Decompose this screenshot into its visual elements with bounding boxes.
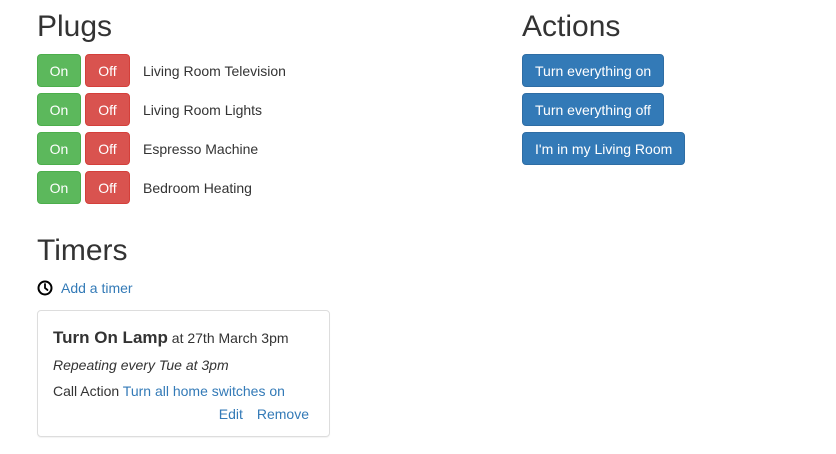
timer-edit-link[interactable]: Edit (219, 406, 243, 422)
plug-row: On Off Bedroom Heating (37, 171, 467, 204)
timer-title: Turn On Lamp (53, 328, 168, 347)
plug-name: Living Room Lights (143, 101, 263, 118)
timer-repeat: Repeating every Tue at 3pm (53, 357, 229, 373)
timers-heading: Timers (37, 234, 128, 267)
plugs-section: Plugs On Off Living Room Television On O… (37, 6, 467, 210)
timer-title-row: Turn On Lamp at 27th March 3pm (53, 327, 314, 349)
timer-controls: Edit Remove (53, 406, 314, 422)
add-timer-link[interactable]: Add a timer (61, 280, 133, 296)
timers-section: Timers Add a timer Turn On Lamp at 27th … (37, 230, 467, 437)
add-timer: Add a timer (37, 280, 467, 296)
plug-on-button[interactable]: On (37, 93, 81, 126)
action-list: Turn everything on Turn everything off I… (522, 54, 822, 171)
timer-card: Turn On Lamp at 27th March 3pm Repeating… (37, 310, 330, 437)
plug-row: On Off Living Room Lights (37, 93, 467, 126)
actions-section: Actions Turn everything on Turn everythi… (522, 6, 822, 171)
plug-on-button[interactable]: On (37, 171, 81, 204)
timer-action-link[interactable]: Turn all home switches on (123, 383, 285, 399)
timer-action-prefix: Call Action (53, 383, 120, 399)
plug-off-button[interactable]: Off (85, 132, 130, 165)
plug-on-button[interactable]: On (37, 54, 81, 87)
turn-everything-off-button[interactable]: Turn everything off (522, 93, 664, 126)
plug-name: Living Room Television (143, 62, 286, 79)
timer-remove-link[interactable]: Remove (257, 406, 309, 422)
actions-heading: Actions (522, 10, 621, 43)
turn-everything-on-button[interactable]: Turn everything on (522, 54, 665, 87)
plug-off-button[interactable]: Off (85, 171, 130, 204)
plug-name: Espresso Machine (143, 140, 259, 157)
plug-list: On Off Living Room Television On Off Liv… (37, 54, 467, 204)
plugs-heading: Plugs (37, 10, 113, 43)
clock-icon (37, 280, 53, 296)
timer-action: Call Action Turn all home switches on (53, 381, 314, 401)
timer-when: at 27th March 3pm (171, 330, 289, 346)
living-room-scene-button[interactable]: I'm in my Living Room (522, 132, 686, 165)
plug-row: On Off Living Room Television (37, 54, 467, 87)
plug-on-button[interactable]: On (37, 132, 81, 165)
plug-name: Bedroom Heating (143, 179, 252, 196)
plug-row: On Off Espresso Machine (37, 132, 467, 165)
plug-off-button[interactable]: Off (85, 54, 130, 87)
plug-off-button[interactable]: Off (85, 93, 130, 126)
